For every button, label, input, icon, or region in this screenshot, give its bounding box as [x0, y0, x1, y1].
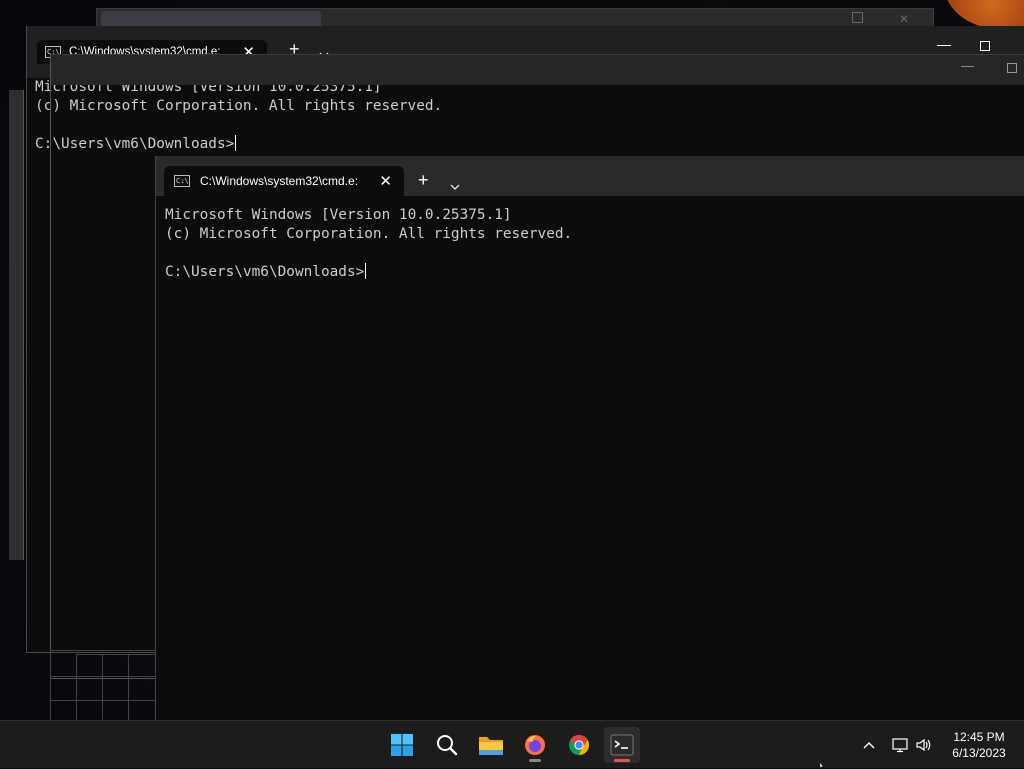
maximize-button[interactable]	[1007, 63, 1017, 73]
cmd-icon: C:\	[174, 175, 190, 187]
active-app-indicator	[614, 759, 630, 762]
chrome-icon	[569, 735, 589, 755]
terminal-line: Microsoft Windows [Version 10.0.25375.1]	[165, 207, 512, 223]
firefox-button[interactable]	[517, 727, 553, 763]
search-button[interactable]	[429, 727, 465, 763]
tab-close-icon[interactable]: ✕	[379, 172, 392, 190]
text-cursor	[365, 263, 367, 279]
file-explorer-button[interactable]	[473, 727, 509, 763]
folder-icon	[479, 737, 503, 755]
background-maximize-icon	[852, 12, 863, 23]
new-tab-button[interactable]: +	[418, 170, 429, 191]
maximize-button[interactable]	[980, 41, 990, 51]
background-close-icon: ✕	[898, 12, 909, 26]
firefox-icon	[525, 735, 545, 755]
taskbar: 12:45 PM 6/13/2023	[0, 720, 1024, 768]
windows-logo-icon	[391, 734, 413, 756]
network-button[interactable]	[890, 721, 912, 769]
terminal-window-front[interactable]: C:\ C:\Windows\system32\cmd.e: ✕ + Micro…	[155, 156, 1024, 720]
background-window-edge	[9, 90, 24, 560]
terminal-icon	[610, 734, 634, 756]
terminal-tab[interactable]: C:\ C:\Windows\system32\cmd.e: ✕	[164, 166, 404, 196]
start-button[interactable]	[384, 727, 420, 763]
title-bar[interactable]: C:\ C:\Windows\system32\cmd.e: ✕ +	[156, 156, 1024, 196]
clock-time: 12:45 PM	[953, 730, 1005, 744]
chrome-button[interactable]	[561, 727, 597, 763]
terminal-button[interactable]	[604, 727, 640, 763]
tab-title: C:\Windows\system32\cmd.e:	[200, 174, 359, 188]
mouse-pointer-icon	[820, 762, 825, 768]
command-prompt: C:\Users\vm6\Downloads>	[165, 264, 365, 280]
clock-date: 6/13/2023	[952, 746, 1006, 760]
minimize-button[interactable]: —	[937, 36, 951, 52]
volume-button[interactable]	[913, 721, 935, 769]
search-icon	[437, 735, 458, 756]
window-drag-trails	[50, 650, 157, 721]
title-bar[interactable]: —	[51, 54, 1024, 85]
chevron-up-icon	[863, 742, 875, 749]
minimize-button[interactable]: —	[961, 58, 974, 73]
clock[interactable]: 12:45 PM 6/13/2023	[946, 729, 1012, 761]
open-app-indicator	[529, 759, 541, 762]
network-icon	[892, 738, 908, 753]
speaker-icon	[916, 738, 931, 752]
terminal-line: (c) Microsoft Corporation. All rights re…	[165, 226, 573, 242]
show-hidden-icons-button[interactable]	[858, 721, 880, 769]
chevron-down-icon[interactable]	[450, 175, 460, 194]
terminal-output[interactable]: Microsoft Windows [Version 10.0.25375.1]…	[156, 196, 1024, 720]
